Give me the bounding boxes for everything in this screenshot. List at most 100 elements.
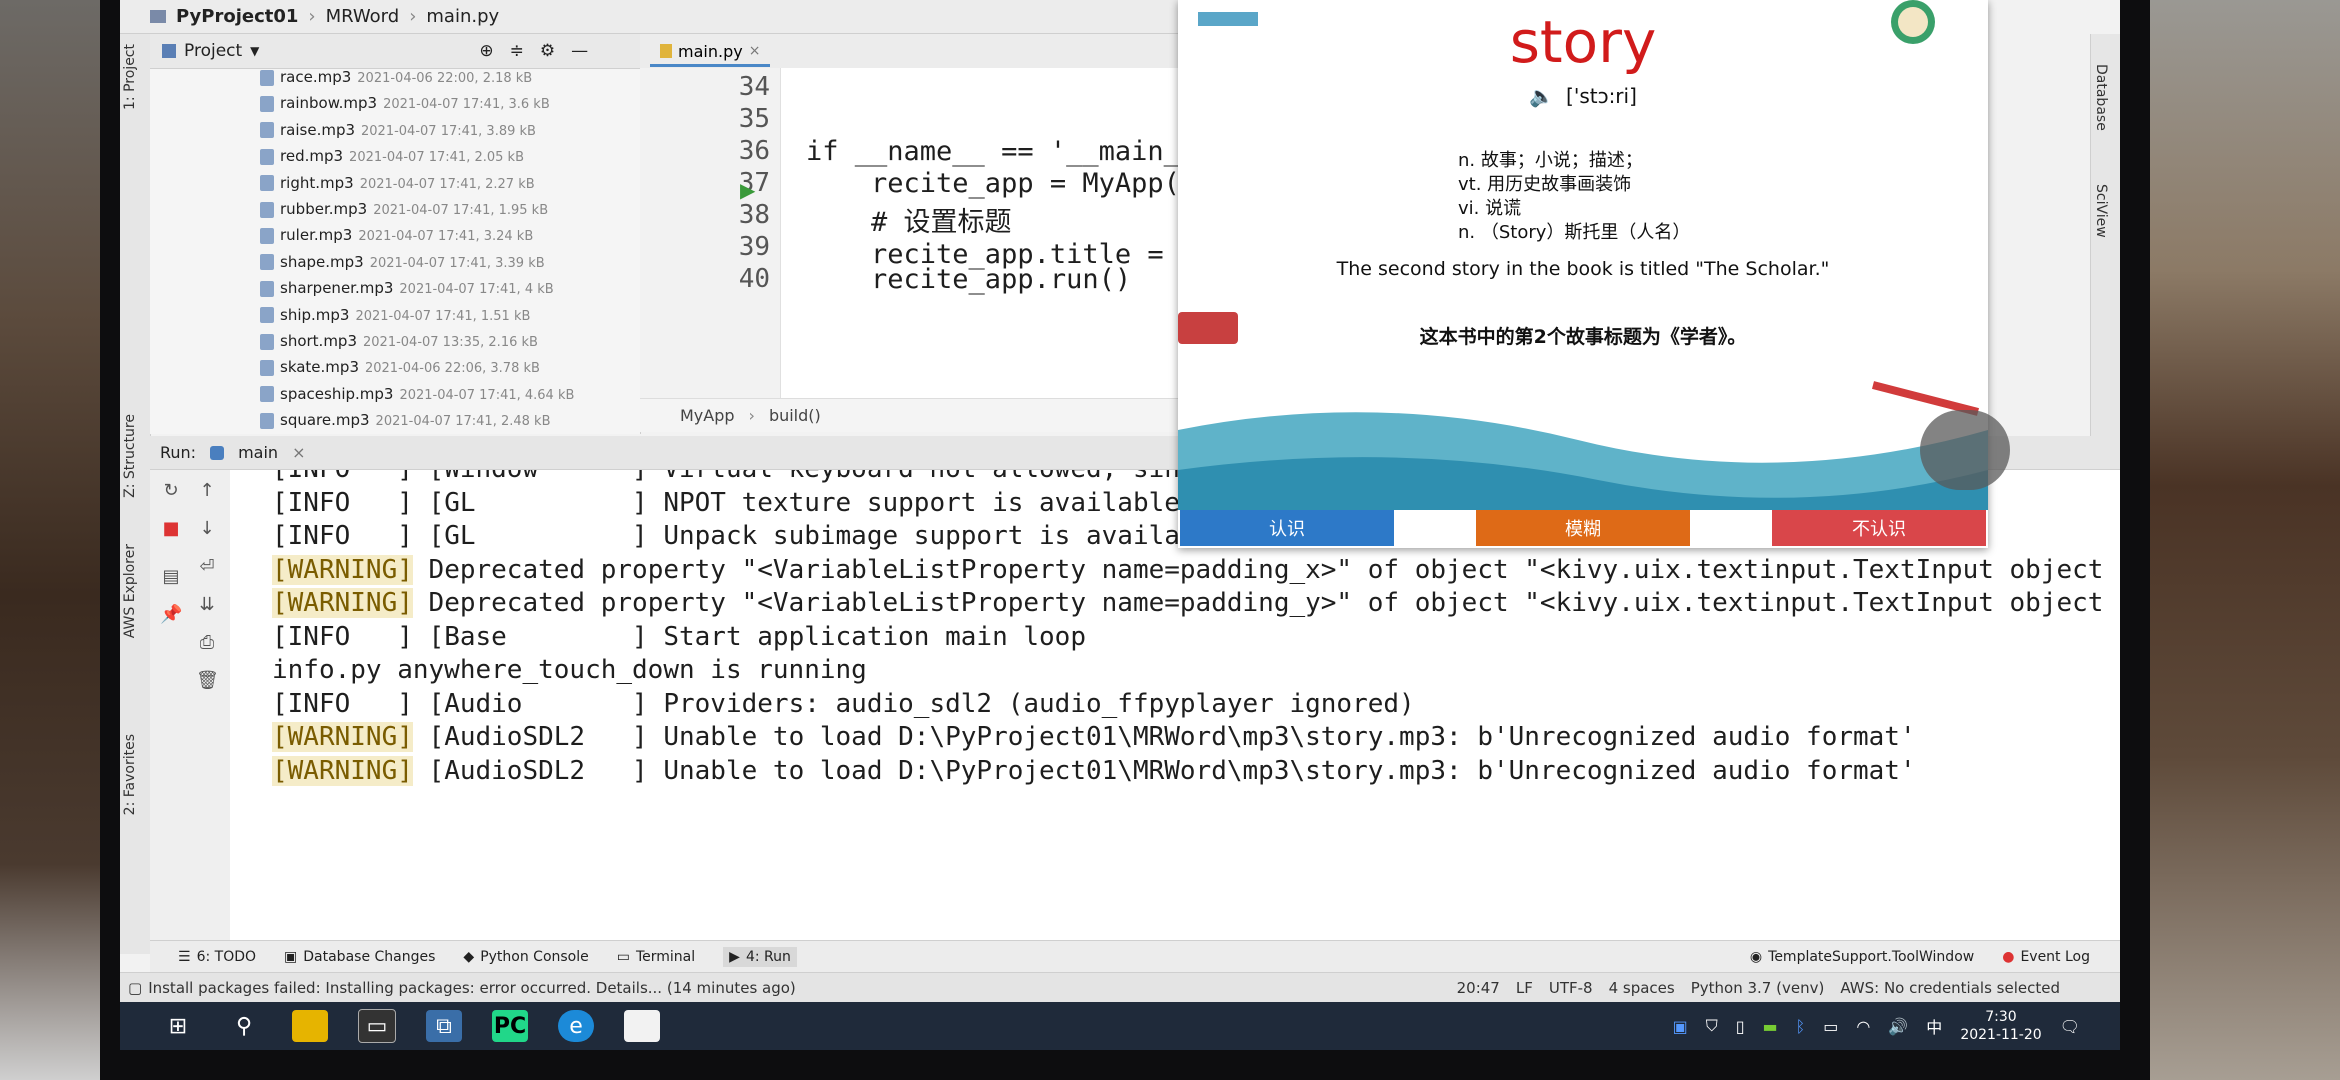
down-arrow-icon[interactable]: ↓ [196,518,218,540]
file-encoding[interactable]: UTF-8 [1549,979,1593,997]
speaker-icon[interactable]: 🔈 [1529,84,1554,108]
tab-favorites[interactable]: 2: Favorites [122,734,138,815]
network-app-icon[interactable]: ⧉ [426,1010,462,1042]
layout-icon[interactable]: ▤ [160,566,182,588]
tab-template-support[interactable]: ◉ TemplateSupport.ToolWindow [1750,949,1974,965]
gpu-icon[interactable]: ▬ [1763,1017,1778,1036]
file-item[interactable]: right.mp3 2021-04-07 17:41, 2.27 kB [260,174,535,192]
file-item[interactable]: skate.mp3 2021-04-06 22:06, 3.78 kB [260,358,540,376]
caret-position[interactable]: 20:47 [1457,979,1500,997]
background-left [0,0,100,1080]
log-level-info: [INFO ] [272,470,413,484]
file-item[interactable]: spaceship.mp3 2021-04-07 17:41, 4.64 kB [260,385,574,403]
status-layout-icon[interactable]: ▢ [128,979,142,997]
scroll-end-icon[interactable]: ⇊ [196,594,218,616]
tab-run[interactable]: ▶ 4: Run [723,947,797,967]
breadcrumb-method[interactable]: build() [769,406,821,425]
gear-icon[interactable]: ⚙ [540,41,555,61]
wifi-icon[interactable]: ◠ [1856,1017,1870,1036]
up-arrow-icon[interactable]: ↑ [196,480,218,502]
breadcrumb-class[interactable]: MyApp [680,406,735,425]
close-icon[interactable]: × [749,43,761,59]
terminal-app-icon[interactable]: ▭ [358,1009,396,1043]
pycharm-icon[interactable]: PC [492,1010,528,1042]
bottom-tool-tabs: ☰ 6: TODO ▣ Database Changes ◆ Python Conso… [150,940,2120,973]
notepad-icon[interactable] [624,1010,660,1042]
code-line[interactable]: recite_app = MyApp() [806,168,1196,199]
file-item[interactable]: red.mp3 2021-04-07 17:41, 2.05 kB [260,147,524,165]
folder-icon [150,10,166,23]
close-icon[interactable]: × [292,443,305,462]
file-item[interactable]: race.mp3 2021-04-06 22:00, 2.18 kB [260,68,532,86]
log-level-info: [INFO ] [272,487,413,518]
tab-aws-explorer[interactable]: AWS Explorer [122,544,138,638]
bluetooth-icon[interactable]: ᛒ [1796,1017,1806,1036]
tab-terminal[interactable]: ▭ Terminal [617,949,695,965]
run-gutter-icon[interactable]: ▶ [740,178,755,202]
ime-indicator[interactable]: 中 [1926,1014,1942,1038]
crumb-folder[interactable]: MRWord [326,6,400,27]
unknown-button[interactable]: 不认识 [1772,510,1986,546]
print-icon[interactable]: ⎙ [196,632,218,654]
tab-event-log[interactable]: ● Event Log [2002,949,2090,965]
file-item[interactable]: short.mp3 2021-04-07 13:35, 2.16 kB [260,332,538,350]
interpreter[interactable]: Python 3.7 (venv) [1691,979,1825,997]
file-meta: 2021-04-07 17:41, 3.24 kB [358,229,534,245]
shield-icon[interactable]: ⛉ [1706,1016,1718,1036]
windows-start-icon[interactable]: ⊞ [160,1010,196,1042]
file-item[interactable]: sharpener.mp3 2021-04-07 17:41, 4 kB [260,279,554,297]
network-icon[interactable]: ▭ [1823,1017,1838,1036]
file-name: rainbow.mp3 [280,94,378,113]
tab-python-console[interactable]: ◆ Python Console [463,949,588,965]
edge-browser-icon[interactable]: e [558,1010,594,1042]
usb-icon[interactable]: ▯ [1736,1017,1745,1036]
trash-icon[interactable]: 🗑 [196,670,219,692]
crumb-project[interactable]: PyProject01 [176,6,298,27]
project-title[interactable]: Project [184,41,242,61]
tray-app-icon[interactable]: ▣ [1673,1017,1688,1036]
clock[interactable]: 7:30 2021-11-20 [1960,1008,2041,1044]
file-item[interactable]: ship.mp3 2021-04-07 17:41, 1.51 kB [260,306,530,324]
file-meta: 2021-04-07 17:41, 3.39 kB [369,255,545,271]
tab-database-changes[interactable]: ▣ Database Changes [284,949,435,965]
target-icon[interactable]: ⊕ [479,41,493,61]
line-separator[interactable]: LF [1516,979,1533,997]
volume-icon[interactable]: 🔊 [1888,1017,1908,1036]
minimize-icon[interactable]: — [571,41,588,61]
crumb-file[interactable]: main.py [426,6,499,27]
tab-todo-label: 6: TODO [196,949,257,965]
code-line[interactable]: recite_app.run() [806,264,1131,295]
floating-widget[interactable] [1920,410,2010,490]
notification-icon[interactable]: 🗨 [2060,1017,2080,1036]
vague-button[interactable]: 模糊 [1476,510,1690,546]
wrap-icon[interactable]: ⏎ [196,556,218,578]
file-explorer-icon[interactable] [292,1010,328,1042]
tab-sciview[interactable]: SciView [2093,184,2109,238]
file-item[interactable]: square.mp3 2021-04-07 17:41, 2.48 kB [260,411,550,429]
status-message[interactable]: Install packages failed: Installing pack… [148,979,796,997]
tab-database[interactable]: Database [2093,64,2109,131]
search-icon[interactable]: ⚲ [226,1010,262,1042]
collapse-icon[interactable]: ≑ [510,41,524,61]
console-line: [WARNING] Deprecated property "<Variable… [272,588,2103,618]
tab-todo[interactable]: ☰ 6: TODO [178,949,256,965]
tab-structure[interactable]: Z: Structure [122,414,138,498]
know-button[interactable]: 认识 [1180,510,1394,546]
chevron-down-icon[interactable]: ▼ [250,44,259,58]
indent-setting[interactable]: 4 spaces [1609,979,1675,997]
log-message: [Audio ] Providers: audio_sdl2 (audio_ff… [412,688,1415,719]
run-config-tab[interactable]: main [238,443,278,462]
file-item[interactable]: rainbow.mp3 2021-04-07 17:41, 3.6 kB [260,94,550,112]
tab-project[interactable]: 1: Project [122,44,138,110]
file-item[interactable]: shape.mp3 2021-04-07 17:41, 3.39 kB [260,253,545,271]
code-line[interactable]: if __name__ == '__main__': [806,136,1229,167]
stop-icon[interactable]: ■ [160,518,182,540]
rerun-icon[interactable]: ↻ [160,480,182,502]
file-item[interactable]: raise.mp3 2021-04-07 17:41, 3.89 kB [260,121,536,139]
background-right [2150,0,2340,1080]
pin-icon[interactable]: 📌 [160,604,182,626]
tab-main-py[interactable]: main.py × [650,38,771,67]
aws-credentials[interactable]: AWS: No credentials selected [1840,979,2060,997]
file-item[interactable]: rubber.mp3 2021-04-07 17:41, 1.95 kB [260,200,548,218]
file-item[interactable]: ruler.mp3 2021-04-07 17:41, 3.24 kB [260,226,533,244]
